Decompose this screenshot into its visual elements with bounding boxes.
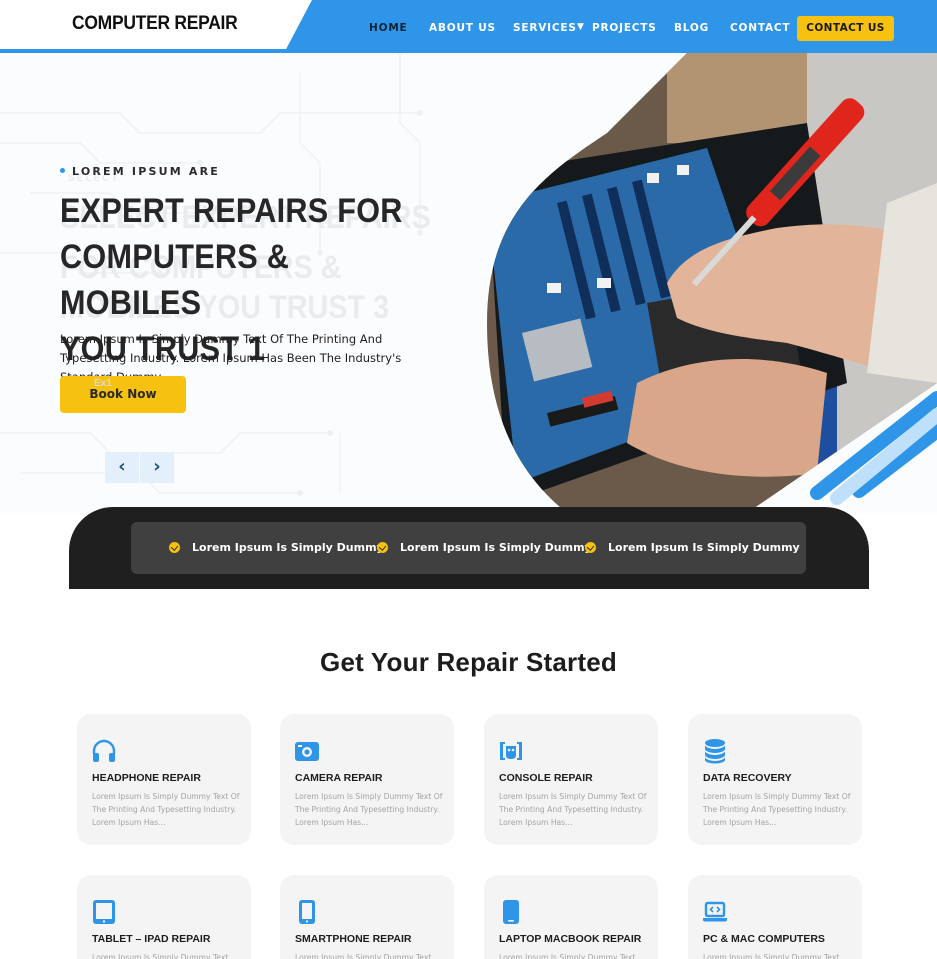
site-logo[interactable]: COMPUTER REPAIR bbox=[72, 13, 238, 35]
database-icon bbox=[705, 739, 725, 764]
card-title: CONSOLE REPAIR bbox=[499, 772, 593, 784]
tablet-icon bbox=[93, 900, 115, 924]
nav-contact[interactable]: CONTACT bbox=[730, 22, 790, 34]
card-title: HEADPHONE REPAIR bbox=[92, 772, 201, 784]
service-card-laptop[interactable]: LAPTOP MACBOOK REPAIR Lorem Ipsum Is Sim… bbox=[484, 875, 658, 959]
card-title: CAMERA REPAIR bbox=[295, 772, 383, 784]
check-circle-icon bbox=[169, 542, 180, 553]
chevron-down-icon[interactable]: ▼ bbox=[577, 22, 584, 32]
service-card-console[interactable]: CONSOLE REPAIR Lorem Ipsum Is Simply Dum… bbox=[484, 714, 658, 845]
feature-item: Lorem Ipsum Is Simply Dummy bbox=[192, 541, 384, 554]
card-description: Lorem Ipsum Is Simply Dummy Text Of The … bbox=[295, 792, 443, 827]
hero-eyebrow: LOREM IPSUM ARE bbox=[59, 165, 220, 178]
mobile-icon bbox=[503, 900, 519, 924]
card-title: DATA RECOVERY bbox=[703, 772, 792, 784]
card-description: Lorem Ipsum Is Simply Dummy Text Of The … bbox=[703, 792, 851, 827]
nav-home[interactable]: HOME bbox=[369, 22, 408, 34]
check-circle-icon bbox=[377, 542, 388, 553]
book-now-button[interactable]: Book Now bbox=[60, 376, 186, 413]
card-description: Lorem Ipsum Is Simply Dummy Text Of The … bbox=[499, 792, 647, 827]
section-title: Get Your Repair Started bbox=[320, 647, 617, 677]
service-card-data-recovery[interactable]: DATA RECOVERY Lorem Ipsum Is Simply Dumm… bbox=[688, 714, 862, 845]
headphones-icon bbox=[92, 739, 116, 762]
laptop-code-icon bbox=[703, 901, 727, 922]
card-title: SMARTPHONE REPAIR bbox=[295, 933, 412, 945]
service-card-tablet[interactable]: TABLET – IPAD REPAIR Lorem Ipsum Is Simp… bbox=[77, 875, 251, 959]
nav-about[interactable]: ABOUT US bbox=[429, 22, 496, 34]
service-card-pc-mac[interactable]: PC & MAC COMPUTERS Lorem Ipsum Is Simply… bbox=[688, 875, 862, 959]
site-header: COMPUTER REPAIR HOME ABOUT US SERVICES ▼… bbox=[0, 0, 937, 53]
hero-title-line: EXPERT REPAIRS FOR bbox=[60, 192, 403, 230]
prev-slide-button[interactable]: ‹ bbox=[105, 452, 139, 483]
smartphone-icon bbox=[299, 900, 315, 924]
card-description: Lorem Ipsum Is Simply Dummy Text bbox=[703, 953, 840, 959]
check-circle-icon bbox=[585, 542, 596, 553]
next-slide-button[interactable]: › bbox=[140, 452, 174, 483]
gamepad-icon bbox=[500, 742, 522, 760]
card-title: PC & MAC COMPUTERS bbox=[703, 933, 825, 945]
feature-strip: Lorem Ipsum Is Simply Dummy Lorem Ipsum … bbox=[69, 507, 869, 589]
card-description: Lorem Ipsum Is Simply Dummy Text Of The … bbox=[92, 792, 240, 827]
service-card-camera[interactable]: CAMERA REPAIR Lorem Ipsum Is Simply Dumm… bbox=[280, 714, 454, 845]
card-description: Lorem Ipsum Is Simply Dummy Text bbox=[92, 953, 229, 959]
hero-image-repair bbox=[487, 53, 937, 513]
feature-bar: Lorem Ipsum Is Simply Dummy Lorem Ipsum … bbox=[131, 522, 806, 574]
contact-us-button[interactable]: CONTACT US bbox=[797, 16, 894, 41]
card-description: Lorem Ipsum Is Simply Dummy Text bbox=[499, 953, 636, 959]
logo-area: COMPUTER REPAIR bbox=[0, 0, 300, 53]
service-card-smartphone[interactable]: SMARTPHONE REPAIR Lorem Ipsum Is Simply … bbox=[280, 875, 454, 959]
card-title: LAPTOP MACBOOK REPAIR bbox=[499, 933, 642, 945]
card-title: TABLET – IPAD REPAIR bbox=[92, 933, 211, 945]
nav-blog[interactable]: BLOG bbox=[674, 22, 709, 34]
card-description: Lorem Ipsum Is Simply Dummy Text bbox=[295, 953, 432, 959]
feature-item: Lorem Ipsum Is Simply Dummy bbox=[400, 541, 592, 554]
ghost-button-label: Ex1 bbox=[94, 378, 112, 389]
nav-services[interactable]: SERVICES bbox=[513, 22, 577, 34]
nav-projects[interactable]: PROJECTS bbox=[592, 22, 657, 34]
feature-item: Lorem Ipsum Is Simply Dummy bbox=[608, 541, 800, 554]
hero-title-line: COMPUTERS & MOBILES bbox=[60, 238, 290, 322]
hero-section: SELECT SELECT EXPERT REPAIRS FOR COMPUTE… bbox=[0, 53, 937, 513]
service-card-headphone[interactable]: HEADPHONE REPAIR Lorem Ipsum Is Simply D… bbox=[77, 714, 251, 845]
camera-icon bbox=[295, 742, 319, 761]
